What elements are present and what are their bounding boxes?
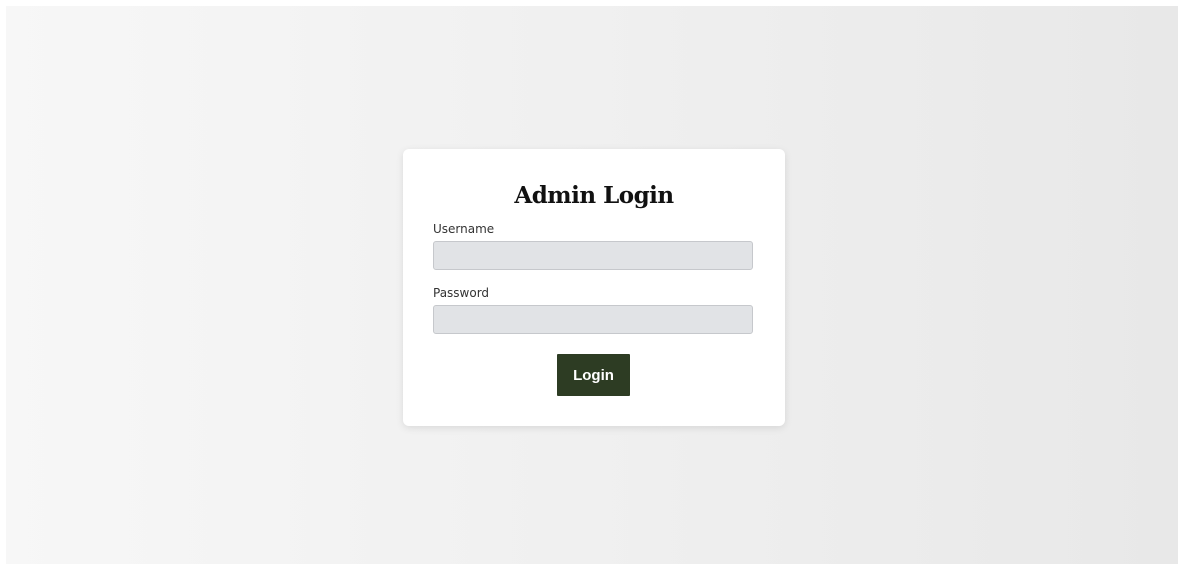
password-input[interactable] (433, 305, 753, 334)
password-label: Password (433, 286, 490, 300)
login-button[interactable]: Login (557, 354, 630, 396)
page-background: Admin Login Username Password Login (6, 6, 1178, 564)
username-input[interactable] (433, 241, 753, 270)
login-card: Admin Login Username Password Login (403, 149, 785, 426)
login-title: Admin Login (514, 182, 674, 209)
username-label: Username (433, 222, 495, 236)
